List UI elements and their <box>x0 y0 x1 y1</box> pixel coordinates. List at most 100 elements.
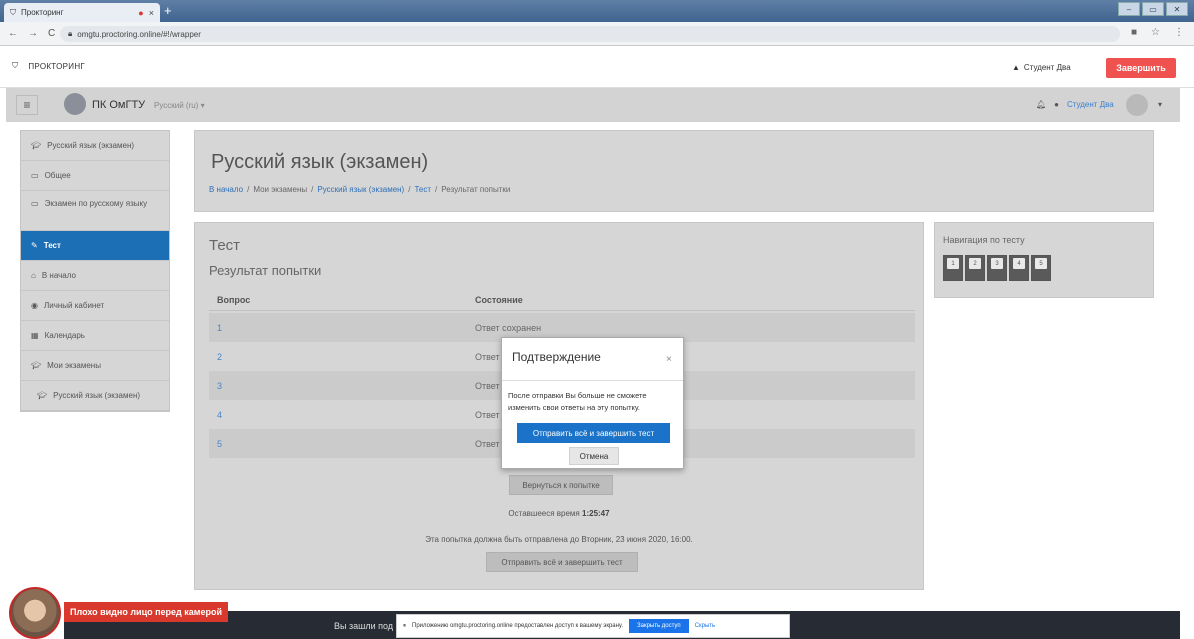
hide-button[interactable]: Скрыть <box>695 623 715 629</box>
avatar[interactable] <box>1126 94 1148 116</box>
question-status: Ответ <box>475 410 500 420</box>
dialog-title: Подтверждение <box>512 350 601 364</box>
question-nav-button[interactable]: 3 <box>987 255 1007 281</box>
breadcrumb-separator: / <box>408 185 411 194</box>
cancel-button[interactable]: Отмена <box>569 447 619 465</box>
question-link[interactable]: 2 <box>217 352 222 362</box>
confirm-submit-button[interactable]: Отправить всё и завершить тест <box>517 423 670 443</box>
reload-icon[interactable]: C <box>48 28 55 39</box>
minimize-icon[interactable]: – <box>1118 2 1140 16</box>
menu-dots-icon[interactable]: ⋮ <box>1174 27 1184 38</box>
page-header: Русский язык (экзамен) В начало / Мои эк… <box>194 130 1154 212</box>
question-link[interactable]: 5 <box>217 439 222 449</box>
breadcrumb-home[interactable]: В начало <box>209 185 243 194</box>
proctor-user: ▲ Студент Два <box>1012 63 1071 72</box>
close-icon[interactable]: × <box>666 354 672 365</box>
sidebar-item-label: Русский язык (экзамен) <box>47 141 135 150</box>
sidebar-item-exam-course[interactable]: 🎓︎ Русский язык (экзамен) <box>21 381 169 411</box>
breadcrumb: В начало / Мои экзамены / Русский язык (… <box>209 185 510 194</box>
navbar-username[interactable]: Студент Два <box>1067 100 1114 109</box>
forward-icon[interactable]: → <box>28 28 38 39</box>
sidebar-item-exam-section[interactable]: ▭ Экзамен по русскому языку <box>21 191 169 231</box>
screen-share-bar: ⏸ Приложению omgtu.proctoring.online пре… <box>396 614 790 638</box>
graduation-cap-icon: 🎓︎ <box>31 141 42 150</box>
window-close-icon[interactable]: ✕ <box>1166 2 1188 16</box>
submit-all-button[interactable]: Отправить всё и завершить тест <box>486 552 638 572</box>
time-remaining: Оставшееся время 1:25:47 <box>195 509 923 518</box>
question-nav-button[interactable]: 4 <box>1009 255 1029 281</box>
pause-icon: ⏸ <box>403 622 407 629</box>
language-menu[interactable]: Русский (ru) ▾ <box>154 101 205 110</box>
hamburger-menu-icon[interactable]: ≡ <box>16 95 38 115</box>
breadcrumb-course[interactable]: Русский язык (экзамен) <box>317 185 404 194</box>
breadcrumb-separator: / <box>435 185 438 194</box>
deadline-note: Эта попытка должна быть отправлена до Вт… <box>425 535 693 544</box>
question-status: Ответ сохранен <box>475 323 542 333</box>
address-bar-actions: ■ ☆ ⋮ <box>1131 27 1184 38</box>
section-subtitle: Результат попытки <box>209 263 322 278</box>
quiz-navigation-title: Навигация по тесту <box>943 235 1025 245</box>
calendar-icon: ▦ <box>31 331 39 340</box>
message-icon[interactable]: ● <box>1054 100 1059 109</box>
url-field[interactable]: 🔒︎ omgtu.proctoring.online/#!/wrapper <box>60 26 1120 42</box>
question-nav-button[interactable]: 2 <box>965 255 985 281</box>
dialog-divider <box>502 380 683 381</box>
navbar-user-area: 🔔︎ ● Студент Два <box>1036 100 1114 109</box>
folder-icon: ▭ <box>31 171 39 180</box>
page-title: Русский язык (экзамен) <box>211 151 429 173</box>
window-controls: – ▭ ✕ <box>1118 2 1188 16</box>
graduation-cap-icon: 🎓︎ <box>31 361 42 370</box>
star-icon[interactable]: ☆ <box>1151 27 1160 38</box>
chevron-down-icon[interactable]: ▾ <box>1158 100 1162 109</box>
question-nav-button[interactable]: 1 <box>943 255 963 281</box>
question-status: Ответ <box>475 439 500 449</box>
new-tab-button[interactable]: + <box>164 3 172 18</box>
question-link[interactable]: 3 <box>217 381 222 391</box>
sidebar-item-test[interactable]: ✎ Тест <box>21 231 169 261</box>
sidebar-item-dashboard[interactable]: ◉ Личный кабинет <box>21 291 169 321</box>
proctoring-title: ПРОКТОРИНГ <box>28 61 86 71</box>
home-icon: ⌂ <box>31 271 36 280</box>
footer-text: Вы зашли под <box>334 621 394 631</box>
share-message: Приложению omgtu.proctoring.online предо… <box>412 623 623 629</box>
question-number: 4 <box>1013 258 1025 269</box>
finish-button[interactable]: Завершить <box>1106 58 1176 78</box>
question-number: 2 <box>969 258 981 269</box>
graduation-cap-icon: 🎓︎ <box>37 391 48 400</box>
shield-icon: ⛉ <box>10 7 16 17</box>
site-brand[interactable]: ПК ОмГТУ <box>92 99 145 111</box>
sidebar-item-label: Мои экзамены <box>47 361 101 370</box>
breadcrumb-my-exams[interactable]: Мои экзамены <box>253 185 307 194</box>
dialog-message: После отправки Вы больше не сможете изме… <box>508 391 647 412</box>
breadcrumb-test[interactable]: Тест <box>414 185 431 194</box>
lock-icon: 🔒︎ <box>68 29 73 38</box>
question-nav-button[interactable]: 5 <box>1031 255 1051 281</box>
sidebar-item-my-exams[interactable]: 🎓︎ Мои экзамены <box>21 351 169 381</box>
stop-sharing-button[interactable]: Закрыть доступ <box>629 619 689 633</box>
sidebar-item-calendar[interactable]: ▦ Календарь <box>21 321 169 351</box>
tab-close-icon[interactable]: × <box>149 8 154 18</box>
section-title: Тест <box>209 237 241 254</box>
maximize-icon[interactable]: ▭ <box>1142 2 1164 16</box>
browser-tab[interactable]: ⛉ Прокторинг ● × <box>4 3 160 22</box>
proctor-username: Студент Два <box>1023 63 1071 72</box>
breadcrumb-separator: / <box>311 185 314 194</box>
camera-icon[interactable]: ■ <box>1131 27 1137 38</box>
bell-icon[interactable]: 🔔︎ <box>1036 100 1046 109</box>
quiz-navigation-block: Навигация по тесту 1 2 3 4 5 <box>934 222 1154 298</box>
question-link[interactable]: 1 <box>217 323 222 333</box>
return-to-attempt-button[interactable]: Вернуться к попытке <box>509 475 613 495</box>
sidebar-item-general[interactable]: ▭ Общее <box>21 161 169 191</box>
question-status: Ответ <box>475 352 500 362</box>
question-link[interactable]: 4 <box>217 410 222 420</box>
sidebar-item-course[interactable]: 🎓︎ Русский язык (экзамен) <box>21 131 169 161</box>
sidebar-item-label: Общее <box>44 171 71 180</box>
sidebar-item-label: Русский язык (экзамен) <box>53 391 141 400</box>
proctoring-logo: ⛉ ПРОКТОРИНГ <box>12 61 85 71</box>
sidebar-item-label: Тест <box>43 241 61 250</box>
sidebar-item-home[interactable]: ⌂ В начало <box>21 261 169 291</box>
back-icon[interactable]: ← <box>8 28 18 39</box>
column-question: Вопрос <box>217 295 251 305</box>
time-label: Оставшееся время <box>508 509 580 518</box>
sidebar-item-label: Экзамен по русскому языку <box>44 199 148 208</box>
